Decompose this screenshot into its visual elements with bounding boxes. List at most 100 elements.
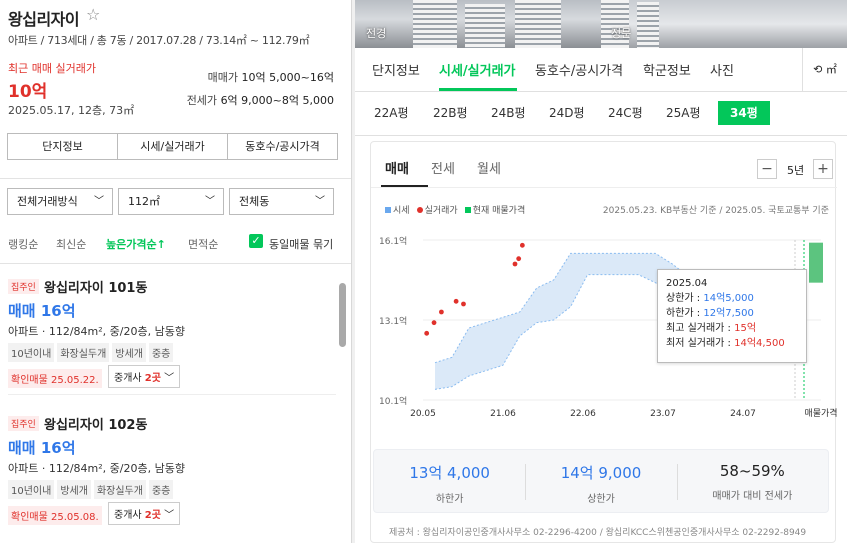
tab-complex-info[interactable]: 단지정보	[372, 60, 420, 79]
agents-dropdown[interactable]: 중개사 2곳 ﹀	[108, 365, 181, 388]
listing-item[interactable]: 집주인 왕십리자이 101동 매매 16억 아파트 · 112/84m², 중/…	[0, 265, 345, 395]
sort-ranking[interactable]: 랭킹순	[8, 236, 38, 252]
pyeong-tab-active[interactable]: 34평	[718, 101, 770, 125]
photo-exterior[interactable]: 전경	[355, 0, 601, 48]
listing-price-bar	[809, 242, 823, 283]
unit-toggle-button[interactable]: ⟲ ㎡	[802, 48, 847, 91]
owner-badge: 집주인	[8, 416, 39, 431]
pyeong-tab[interactable]: 25A평	[661, 101, 706, 125]
listing-name: 왕십리자이 102동	[44, 418, 148, 433]
confirmed-date: 확인매물 25.05.08.	[8, 506, 102, 525]
tag: 중층	[148, 480, 174, 499]
tooltip-date: 2025.04	[666, 278, 708, 289]
photo-strip: 전경 정문	[355, 0, 847, 48]
listing-panel: 왕십리자이 ☆ 아파트 / 713세대 / 총 7동 / 2017.07.28 …	[0, 0, 352, 543]
dong-value: 전체동	[239, 195, 270, 208]
sort-high-price[interactable]: 높은가격순↑	[106, 236, 166, 252]
divider	[0, 178, 351, 179]
agents-count: 2곳	[144, 510, 161, 521]
divider	[0, 263, 351, 264]
stat-value: 58~59%	[719, 462, 785, 480]
listing-price: 매매 16억	[8, 439, 76, 457]
tooltip-label: 최고 실거래가 :	[666, 323, 731, 334]
sort-latest[interactable]: 최신순	[56, 236, 86, 252]
pyeong-tab[interactable]: 24D평	[544, 101, 590, 125]
price-chart-card: 매매 전세 월세 − 5년 + 시세 실거래가 현재 매물가격 2025.05.…	[370, 141, 837, 543]
agents-dropdown[interactable]: 중개사 2곳 ﹀	[108, 502, 181, 525]
tooltip-label: 상한가 :	[666, 293, 701, 304]
tag: 화장실두개	[93, 480, 146, 499]
area-select[interactable]: 112㎡ ﹀	[118, 188, 224, 215]
photo-caption: 전경	[366, 27, 387, 40]
chevron-down-icon: ﹀	[164, 510, 175, 521]
period-plus-button[interactable]: +	[813, 159, 833, 179]
tag: 방세개	[57, 480, 91, 499]
pyeong-tab[interactable]: 22B평	[428, 101, 473, 125]
tooltip-label: 하한가 :	[666, 308, 701, 319]
building-shape	[413, 0, 457, 48]
pyeong-tab[interactable]: 22A평	[369, 101, 414, 125]
dong-select[interactable]: 전체동 ﹀	[229, 188, 334, 215]
tooltip-upper: 상한가 : 14억5,000	[666, 291, 798, 306]
tag: 중층	[148, 343, 174, 362]
listing-item[interactable]: 집주인 왕십리자이 102동 매매 16억 아파트 · 112/84m², 중/…	[0, 402, 345, 532]
stat-label: 매매가 대비 전세가	[712, 491, 793, 502]
tab-price[interactable]: 시세/실거래가	[439, 60, 516, 79]
chevron-down-icon: ﹀	[94, 196, 104, 207]
listing-scrollbar[interactable]	[339, 283, 346, 347]
x-tick-label: 24.07	[730, 409, 756, 419]
data-basis-note: 2025.05.23. KB부동산 기준 / 2025.05. 국토교통부 기준	[602, 206, 829, 216]
group-label: 동일매물 묶기	[269, 238, 334, 251]
listing-tags: 10년이내 방세개 화장실두개 중층	[8, 480, 174, 499]
tag: 화장실두개	[57, 343, 110, 362]
actual-trade-point	[461, 301, 466, 307]
actual-trade-point	[512, 261, 518, 267]
complex-name: 왕십리자이	[8, 10, 80, 29]
tab-dong-ho[interactable]: 동호수/공시가격	[535, 60, 623, 79]
period-minus-button[interactable]: −	[757, 159, 777, 179]
listing-name: 왕십리자이 101동	[44, 281, 148, 296]
tab-dong-ho[interactable]: 동호수/공시가격	[228, 134, 337, 159]
refresh-icon: ⟲	[813, 63, 823, 76]
stat-lease-ratio: 58~59% 매매가 대비 전세가	[676, 450, 828, 512]
unit-label: ㎡	[825, 63, 837, 76]
legend-market: 시세	[385, 203, 410, 216]
recent-trade-detail: 2025.05.17, 12층, 73㎡	[8, 104, 135, 117]
pyeong-tab[interactable]: 24C평	[603, 101, 648, 125]
chart-legend: 시세 실거래가 현재 매물가격	[385, 203, 525, 216]
sort-area[interactable]: 면적순	[188, 236, 218, 252]
group-checkbox[interactable]: ✓	[249, 234, 263, 248]
tag: 방세개	[112, 343, 146, 362]
photo-gate[interactable]: 정문	[601, 0, 847, 48]
listing-tags: 10년이내 화장실두개 방세개 중층	[8, 343, 174, 362]
divider	[371, 187, 837, 188]
stat-value: 14억 9,000	[560, 464, 642, 482]
x-tick-label: 21.06	[490, 409, 516, 419]
tab-price[interactable]: 시세/실거래가	[118, 134, 228, 159]
left-tab-bar: 단지정보 시세/실거래가 동호수/공시가격	[7, 133, 338, 160]
tab-photos[interactable]: 사진	[710, 60, 734, 79]
chart-tab-monthly[interactable]: 월세	[477, 158, 501, 177]
tab-school[interactable]: 학군정보	[643, 60, 691, 79]
agents-label: 중개사	[114, 373, 142, 384]
area-value: 112㎡	[128, 195, 160, 208]
sale-price-range: 매매가 10억 5,000~16억	[207, 71, 334, 84]
tooltip-min: 최저 실거래가 : 14억4,500	[666, 336, 798, 351]
favorite-star-icon[interactable]: ☆	[86, 5, 100, 24]
tooltip-value: 12억7,500	[703, 308, 754, 319]
chart-tab-lease[interactable]: 전세	[431, 158, 455, 177]
x-tick-label: 23.07	[650, 409, 676, 419]
trade-type-select[interactable]: 전체거래방식 ﹀	[7, 188, 113, 215]
actual-trade-point	[516, 256, 522, 262]
legend-actual: 실거래가	[416, 203, 458, 216]
y-tick-label: 10.1억	[379, 395, 407, 407]
stat-value: 13억 4,000	[409, 464, 490, 482]
period-label: 5년	[787, 164, 805, 177]
pyeong-tab[interactable]: 24B평	[486, 101, 531, 125]
agents-count: 2곳	[144, 373, 161, 384]
chart-tab-sale[interactable]: 매매	[385, 158, 409, 177]
legend-label: 현재 매물가격	[472, 206, 526, 216]
pyeong-tab-bar: 22A평 22B평 24B평 24D평 24C평 25A평 34평	[355, 92, 847, 136]
tab-complex-info[interactable]: 단지정보	[8, 134, 118, 159]
legend-label: 시세	[393, 206, 410, 216]
